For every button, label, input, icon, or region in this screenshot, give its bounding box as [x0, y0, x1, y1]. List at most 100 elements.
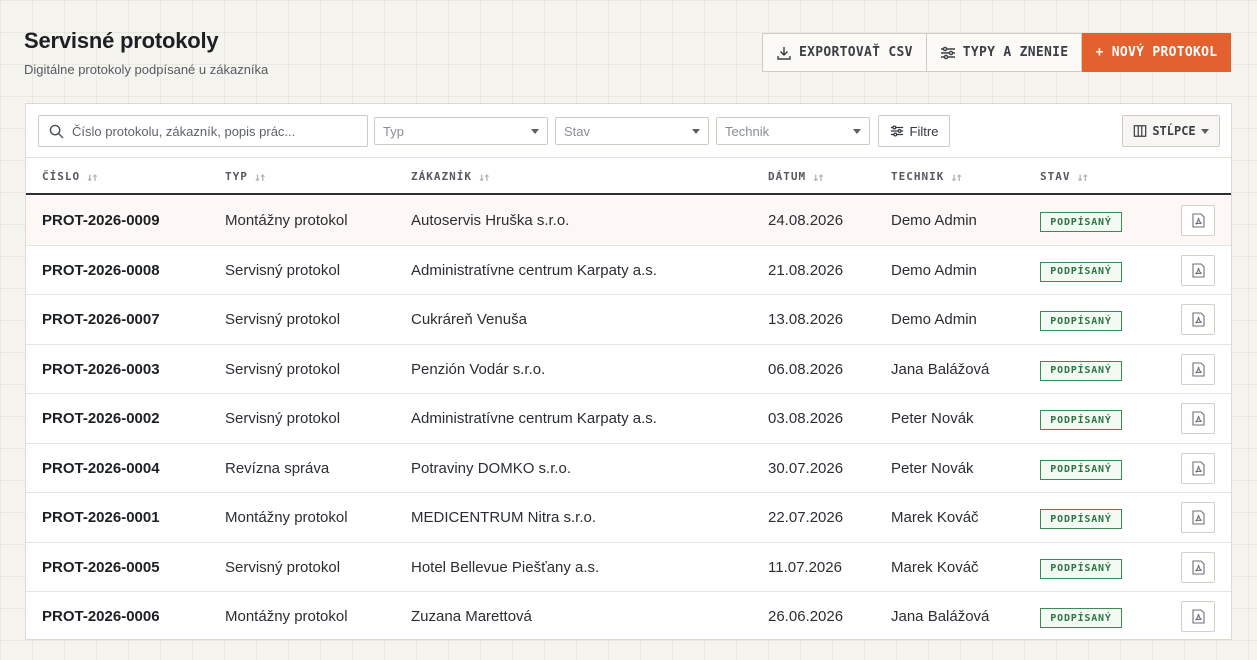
table-row[interactable]: PROT-2026-0005 Servisný protokol Hotel B…: [26, 543, 1231, 592]
table-row[interactable]: PROT-2026-0009 Montážny protokol Autoser…: [26, 196, 1231, 246]
pdf-download-button[interactable]: [1181, 403, 1215, 434]
search-icon: [49, 124, 64, 139]
export-csv-button[interactable]: EXPORTOVAŤ CSV: [762, 33, 927, 72]
sort-icon: ↓↑: [1076, 169, 1090, 184]
column-header-customer[interactable]: ZÁKAZNÍK ↓↑: [411, 158, 491, 195]
chevron-down-icon: [531, 128, 539, 134]
pdf-file-icon: [1191, 361, 1205, 377]
protocol-number[interactable]: PROT-2026-0004: [42, 444, 160, 493]
pdf-download-button[interactable]: [1181, 551, 1215, 583]
protocol-type: Montážny protokol: [225, 212, 348, 229]
state-select[interactable]: Stav: [555, 117, 709, 145]
column-header-technician[interactable]: TECHNIK ↓↑: [891, 158, 963, 195]
column-header-label: TECHNIK: [891, 170, 945, 183]
types-and-wording-button[interactable]: TYPY A ZNENIE: [926, 33, 1083, 72]
table-row[interactable]: PROT-2026-0006 Montážny protokol Zuzana …: [26, 592, 1231, 642]
pdf-download-button[interactable]: [1181, 353, 1215, 385]
protocol-number[interactable]: PROT-2026-0003: [42, 345, 160, 394]
columns-button[interactable]: STĹPCE: [1122, 115, 1220, 147]
customer-name: Autoservis Hruška s.r.o.: [411, 212, 570, 229]
table-row[interactable]: PROT-2026-0007 Servisný protokol Cukráre…: [26, 295, 1231, 345]
pdf-file-icon: [1191, 559, 1205, 575]
technician-select-placeholder: Technik: [725, 123, 770, 139]
protocol-number[interactable]: PROT-2026-0006: [42, 592, 160, 641]
protocol-date: 24.08.2026: [768, 212, 844, 229]
table-row[interactable]: PROT-2026-0003 Servisný protokol Penzión…: [26, 345, 1231, 394]
protocol-number[interactable]: PROT-2026-0008: [42, 246, 160, 295]
protocol-number[interactable]: PROT-2026-0002: [42, 394, 160, 443]
pdf-file-icon: [1191, 609, 1205, 624]
protocol-number[interactable]: PROT-2026-0005: [42, 543, 160, 592]
pdf-file-icon: [1191, 312, 1205, 327]
status-badge: PODPÍSANÝ: [1040, 212, 1122, 232]
page-subtitle: Digitálne protokoly podpísané u zákazník…: [24, 62, 269, 77]
protocol-type: Revízna správa: [225, 459, 330, 477]
filters-button[interactable]: Filtre: [878, 115, 950, 147]
protocol-date: 13.08.2026: [768, 311, 844, 328]
column-header-label: ZÁKAZNÍK: [411, 170, 472, 183]
pdf-download-button[interactable]: [1181, 601, 1215, 632]
protocol-type: Servisný protokol: [225, 558, 341, 576]
table-body: PROT-2026-0009 Montážny protokol Autoser…: [26, 196, 1231, 642]
table-header: ČÍSLO ↓↑ TYP ↓↑ ZÁKAZNÍK ↓↑ DÁTUM ↓↑ TECHNIK…: [26, 158, 1231, 195]
status-badge: PODPÍSANÝ: [1040, 608, 1122, 628]
column-header-type[interactable]: TYP ↓↑: [225, 158, 267, 195]
technician-name: Peter Novák: [891, 459, 974, 477]
column-header-label: ČÍSLO: [42, 170, 81, 183]
technician-name: Demo Admin: [891, 212, 977, 229]
sliders-icon: [940, 46, 955, 59]
protocol-date: 30.07.2026: [768, 459, 844, 477]
protocol-date: 26.06.2026: [768, 608, 844, 625]
columns-label: STĹPCE: [1152, 124, 1196, 138]
technician-name: Demo Admin: [891, 311, 977, 328]
filters-label: Filtre: [909, 123, 939, 139]
state-select-placeholder: Stav: [564, 123, 591, 139]
pdf-download-button[interactable]: [1181, 205, 1215, 236]
new-protocol-button[interactable]: + NOVÝ PROTOKOL: [1082, 33, 1232, 72]
status-badge: PODPÍSANÝ: [1040, 509, 1122, 529]
technician-name: Jana Balážová: [891, 360, 990, 378]
sort-icon: ↓↑: [253, 169, 267, 184]
column-header-label: DÁTUM: [768, 170, 807, 183]
type-select[interactable]: Typ: [374, 117, 548, 145]
sort-icon: ↓↑: [477, 169, 491, 184]
sort-icon: ↓↑: [950, 169, 963, 184]
protocol-number[interactable]: PROT-2026-0001: [42, 493, 160, 542]
column-header-status[interactable]: STAV ↓↑: [1040, 158, 1090, 195]
download-icon: [777, 46, 791, 60]
column-header-date[interactable]: DÁTUM ↓↑: [768, 158, 825, 195]
status-badge: PODPÍSANÝ: [1040, 558, 1122, 579]
table-row[interactable]: PROT-2026-0002 Servisný protokol Adminis…: [26, 394, 1231, 444]
search-input[interactable]: [72, 123, 352, 139]
column-header-label: TYP: [225, 170, 248, 183]
pdf-download-button[interactable]: [1181, 304, 1215, 335]
pdf-download-button[interactable]: [1181, 502, 1215, 533]
column-header-number[interactable]: ČÍSLO ↓↑: [42, 158, 99, 195]
chevron-down-icon: [692, 128, 700, 134]
technician-name: Marek Kováč: [891, 558, 979, 576]
protocol-number[interactable]: PROT-2026-0009: [42, 196, 160, 245]
technician-name: Jana Balážová: [891, 608, 990, 625]
protocol-date: 21.08.2026: [768, 261, 844, 279]
chevron-down-icon: [853, 128, 861, 134]
protocol-type: Servisný protokol: [225, 410, 341, 427]
technician-select[interactable]: Technik: [716, 117, 870, 145]
pdf-download-button[interactable]: [1181, 452, 1215, 484]
pdf-download-button[interactable]: [1181, 254, 1215, 286]
status-badge: PODPÍSANÝ: [1040, 360, 1122, 381]
table-row[interactable]: PROT-2026-0004 Revízna správa Potraviny …: [26, 444, 1231, 493]
protocol-type: Montážny protokol: [225, 608, 348, 625]
protocol-type: Servisný protokol: [225, 311, 341, 328]
protocol-type: Servisný protokol: [225, 360, 341, 378]
pdf-file-icon: [1191, 460, 1205, 476]
status-badge: PODPÍSANÝ: [1040, 311, 1122, 331]
sort-icon: ↓↑: [86, 169, 99, 184]
customer-name: Cukráreň Venuša: [411, 311, 527, 328]
chevron-down-icon: [1200, 128, 1209, 134]
table-row[interactable]: PROT-2026-0008 Servisný protokol Adminis…: [26, 246, 1231, 295]
protocol-number[interactable]: PROT-2026-0007: [42, 295, 160, 344]
table-row[interactable]: PROT-2026-0001 Montážny protokol MEDICEN…: [26, 493, 1231, 543]
protocol-type: Montážny protokol: [225, 509, 348, 526]
customer-name: Zuzana Marettová: [411, 608, 532, 625]
search-box[interactable]: [38, 115, 368, 147]
